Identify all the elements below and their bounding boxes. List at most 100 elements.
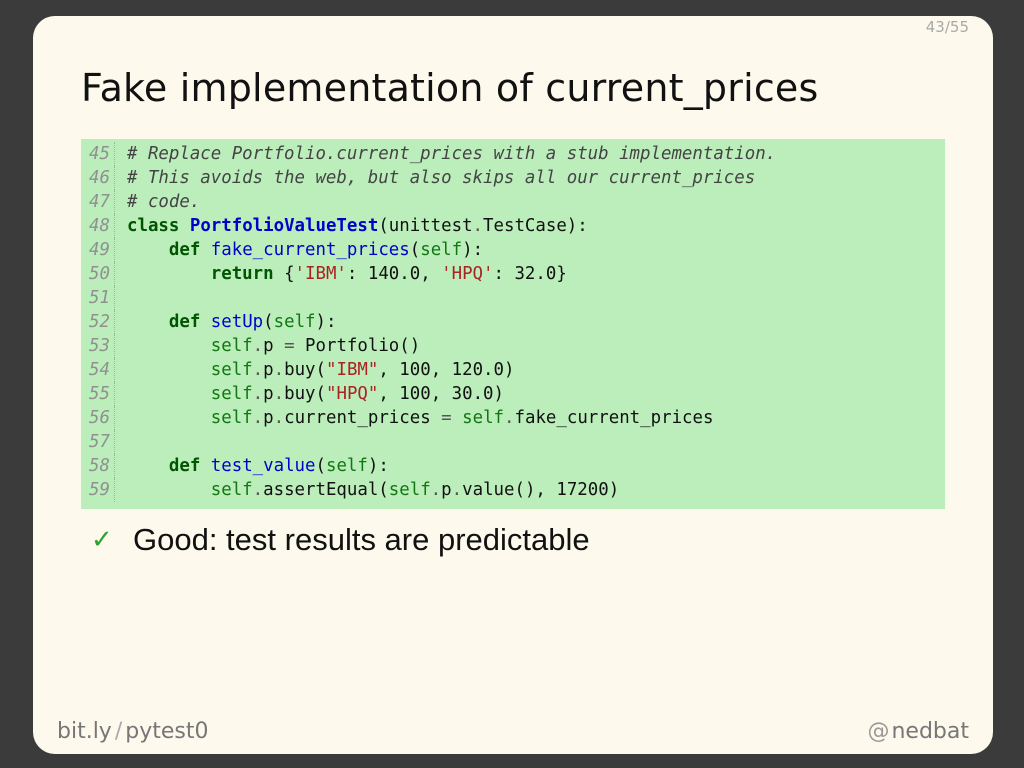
footer-short-link[interactable]: bit.ly / pytest0 [57,719,208,744]
line-number: 50 [81,262,115,286]
line-number: 59 [81,478,115,502]
code-line: 46 # This avoids the web, but also skips… [81,166,945,190]
bullet-item: ✓ Good: test results are predictable [91,522,590,558]
page-counter: 43/55 [925,18,969,36]
code-line: 45 # Replace Portfolio.current_prices wi… [81,142,945,166]
code-text: , 100, 30.0) [378,384,504,404]
code-string: "HPQ" [326,384,379,404]
code-text: p [441,480,452,500]
line-number: 57 [81,430,115,454]
code-line: 50 return {'IBM': 140.0, 'HPQ': 32.0} [81,262,945,286]
code-keyword: class [127,216,180,236]
code-block: 45 # Replace Portfolio.current_prices wi… [81,139,945,509]
line-number: 49 [81,238,115,262]
code-line: 47 # code. [81,190,945,214]
code-text: ( [263,312,274,332]
footer-handle[interactable]: @nedbat [867,719,969,744]
line-number: 53 [81,334,115,358]
code-text: buy( [284,384,326,404]
code-string: "IBM" [326,360,379,380]
code-text: : 32.0} [493,264,567,284]
code-line: 51 [81,286,945,310]
code-builtin: self [210,408,253,428]
code-text: p [263,336,285,356]
code-keyword: def [168,312,201,332]
code-text: assertEqual( [263,480,389,500]
code-builtin: self [210,360,253,380]
code-keyword: return [210,264,274,284]
code-text: value(), 17200) [462,480,620,500]
code-builtin: self [273,312,316,332]
code-operator: . [252,360,264,380]
code-operator: . [504,408,515,428]
code-operator: . [472,216,484,236]
code-text: ( [409,240,421,260]
at-sign: @ [867,719,890,744]
line-number: 51 [81,286,115,310]
code-text: ): [367,456,389,476]
code-operator: . [273,408,285,428]
code-line: 54 self.p.buy("IBM", 100, 120.0) [81,358,945,382]
code-line: 57 [81,430,945,454]
code-line: 48 class PortfolioValueTest(unittest.Tes… [81,214,945,238]
code-line: 53 self.p = Portfolio() [81,334,945,358]
code-text: current_prices [284,408,442,428]
code-text: buy( [284,360,326,380]
footer-path: pytest0 [125,719,209,744]
code-text: p [263,360,274,380]
code-class-name: PortfolioValueTest [189,216,379,236]
code-string: 'IBM' [294,264,347,284]
code-text: ): [315,312,337,332]
line-number: 46 [81,166,115,190]
code-line: 56 self.p.current_prices = self.fake_cur… [81,406,945,430]
code-operator: . [252,384,264,404]
code-keyword: def [168,456,201,476]
line-number: 47 [81,190,115,214]
code-operator: . [252,336,264,356]
code-builtin: self [210,384,253,404]
code-line: 58 def test_value(self): [81,454,945,478]
line-number: 52 [81,310,115,334]
code-operator: . [252,408,264,428]
code-text: p [263,408,274,428]
code-text: fake_current_prices [514,408,714,428]
code-operator: . [252,480,264,500]
check-icon: ✓ [91,525,113,555]
code-text: p [263,384,274,404]
line-number: 58 [81,454,115,478]
code-builtin: self [462,408,505,428]
code-comment: # Replace Portfolio.current_prices with … [127,144,777,164]
bullet-text: Good: test results are predictable [133,522,590,557]
slide: 43/55 Fake implementation of current_pri… [33,16,993,754]
code-text: (unittest [378,216,473,236]
code-builtin: self [420,240,463,260]
code-text: { [273,264,295,284]
code-text: Portfolio() [294,336,421,356]
footer-separator: / [114,719,123,744]
code-function-name: setUp [210,312,264,332]
code-text: : 140.0, [346,264,442,284]
code-operator: . [451,480,463,500]
code-builtin: self [210,480,253,500]
line-number: 48 [81,214,115,238]
code-text: , 100, 120.0) [378,360,515,380]
code-builtin: self [210,336,253,356]
code-operator: = [441,408,452,428]
code-operator: . [273,360,285,380]
footer-handle-name: nedbat [891,719,969,744]
code-function-name: test_value [210,456,316,476]
code-builtin: self [388,480,431,500]
code-operator: = [284,336,295,356]
code-text: ( [315,456,326,476]
line-number: 45 [81,142,115,166]
